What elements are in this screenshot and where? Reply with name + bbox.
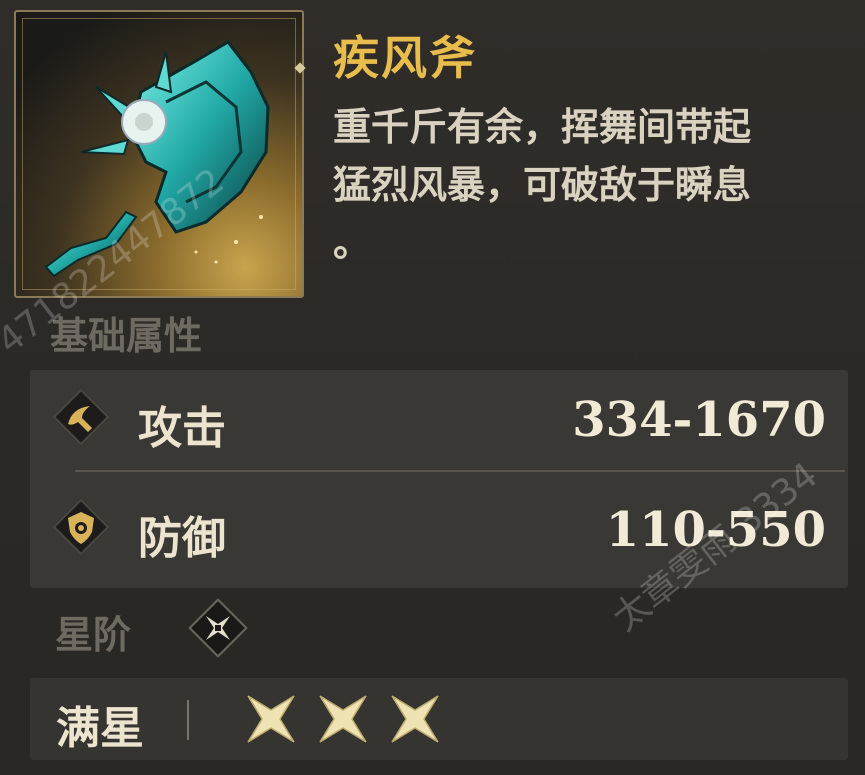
- tier-label: 星阶: [55, 612, 132, 657]
- defense-icon: [52, 498, 110, 556]
- separator: [187, 700, 189, 740]
- item-description-line: 。: [333, 220, 372, 265]
- stat-label: 防御: [138, 513, 226, 564]
- stat-label: 攻击: [138, 403, 226, 454]
- stat-divider: [75, 470, 845, 472]
- attack-icon: [52, 388, 110, 446]
- stat-value: 334-1670: [572, 392, 826, 448]
- item-name: 疾风斧: [333, 31, 477, 85]
- item-description-line: 重千斤有余，挥舞间带起: [333, 104, 752, 149]
- axe-image: [44, 40, 270, 278]
- item-description: 重千斤有余，挥舞间带起 猛烈风暴，可破敌于瞬息 。: [333, 98, 843, 272]
- item-description-line: 猛烈风暴，可破敌于瞬息: [333, 162, 752, 207]
- item-portrait: [14, 10, 304, 298]
- full-star-bar: 满星: [30, 678, 848, 760]
- item-detail-panel: 疾风斧 重千斤有余，挥舞间带起 猛烈风暴，可破敌于瞬息 。 基础属性 攻击 33…: [0, 0, 865, 775]
- stat-row-attack: 攻击 334-1670: [30, 370, 848, 470]
- star-icon: [391, 695, 439, 743]
- star-tier-icon[interactable]: [186, 596, 250, 660]
- star-icon: [319, 695, 367, 743]
- star-icon: [247, 695, 295, 743]
- full-star-label: 满星: [56, 703, 144, 754]
